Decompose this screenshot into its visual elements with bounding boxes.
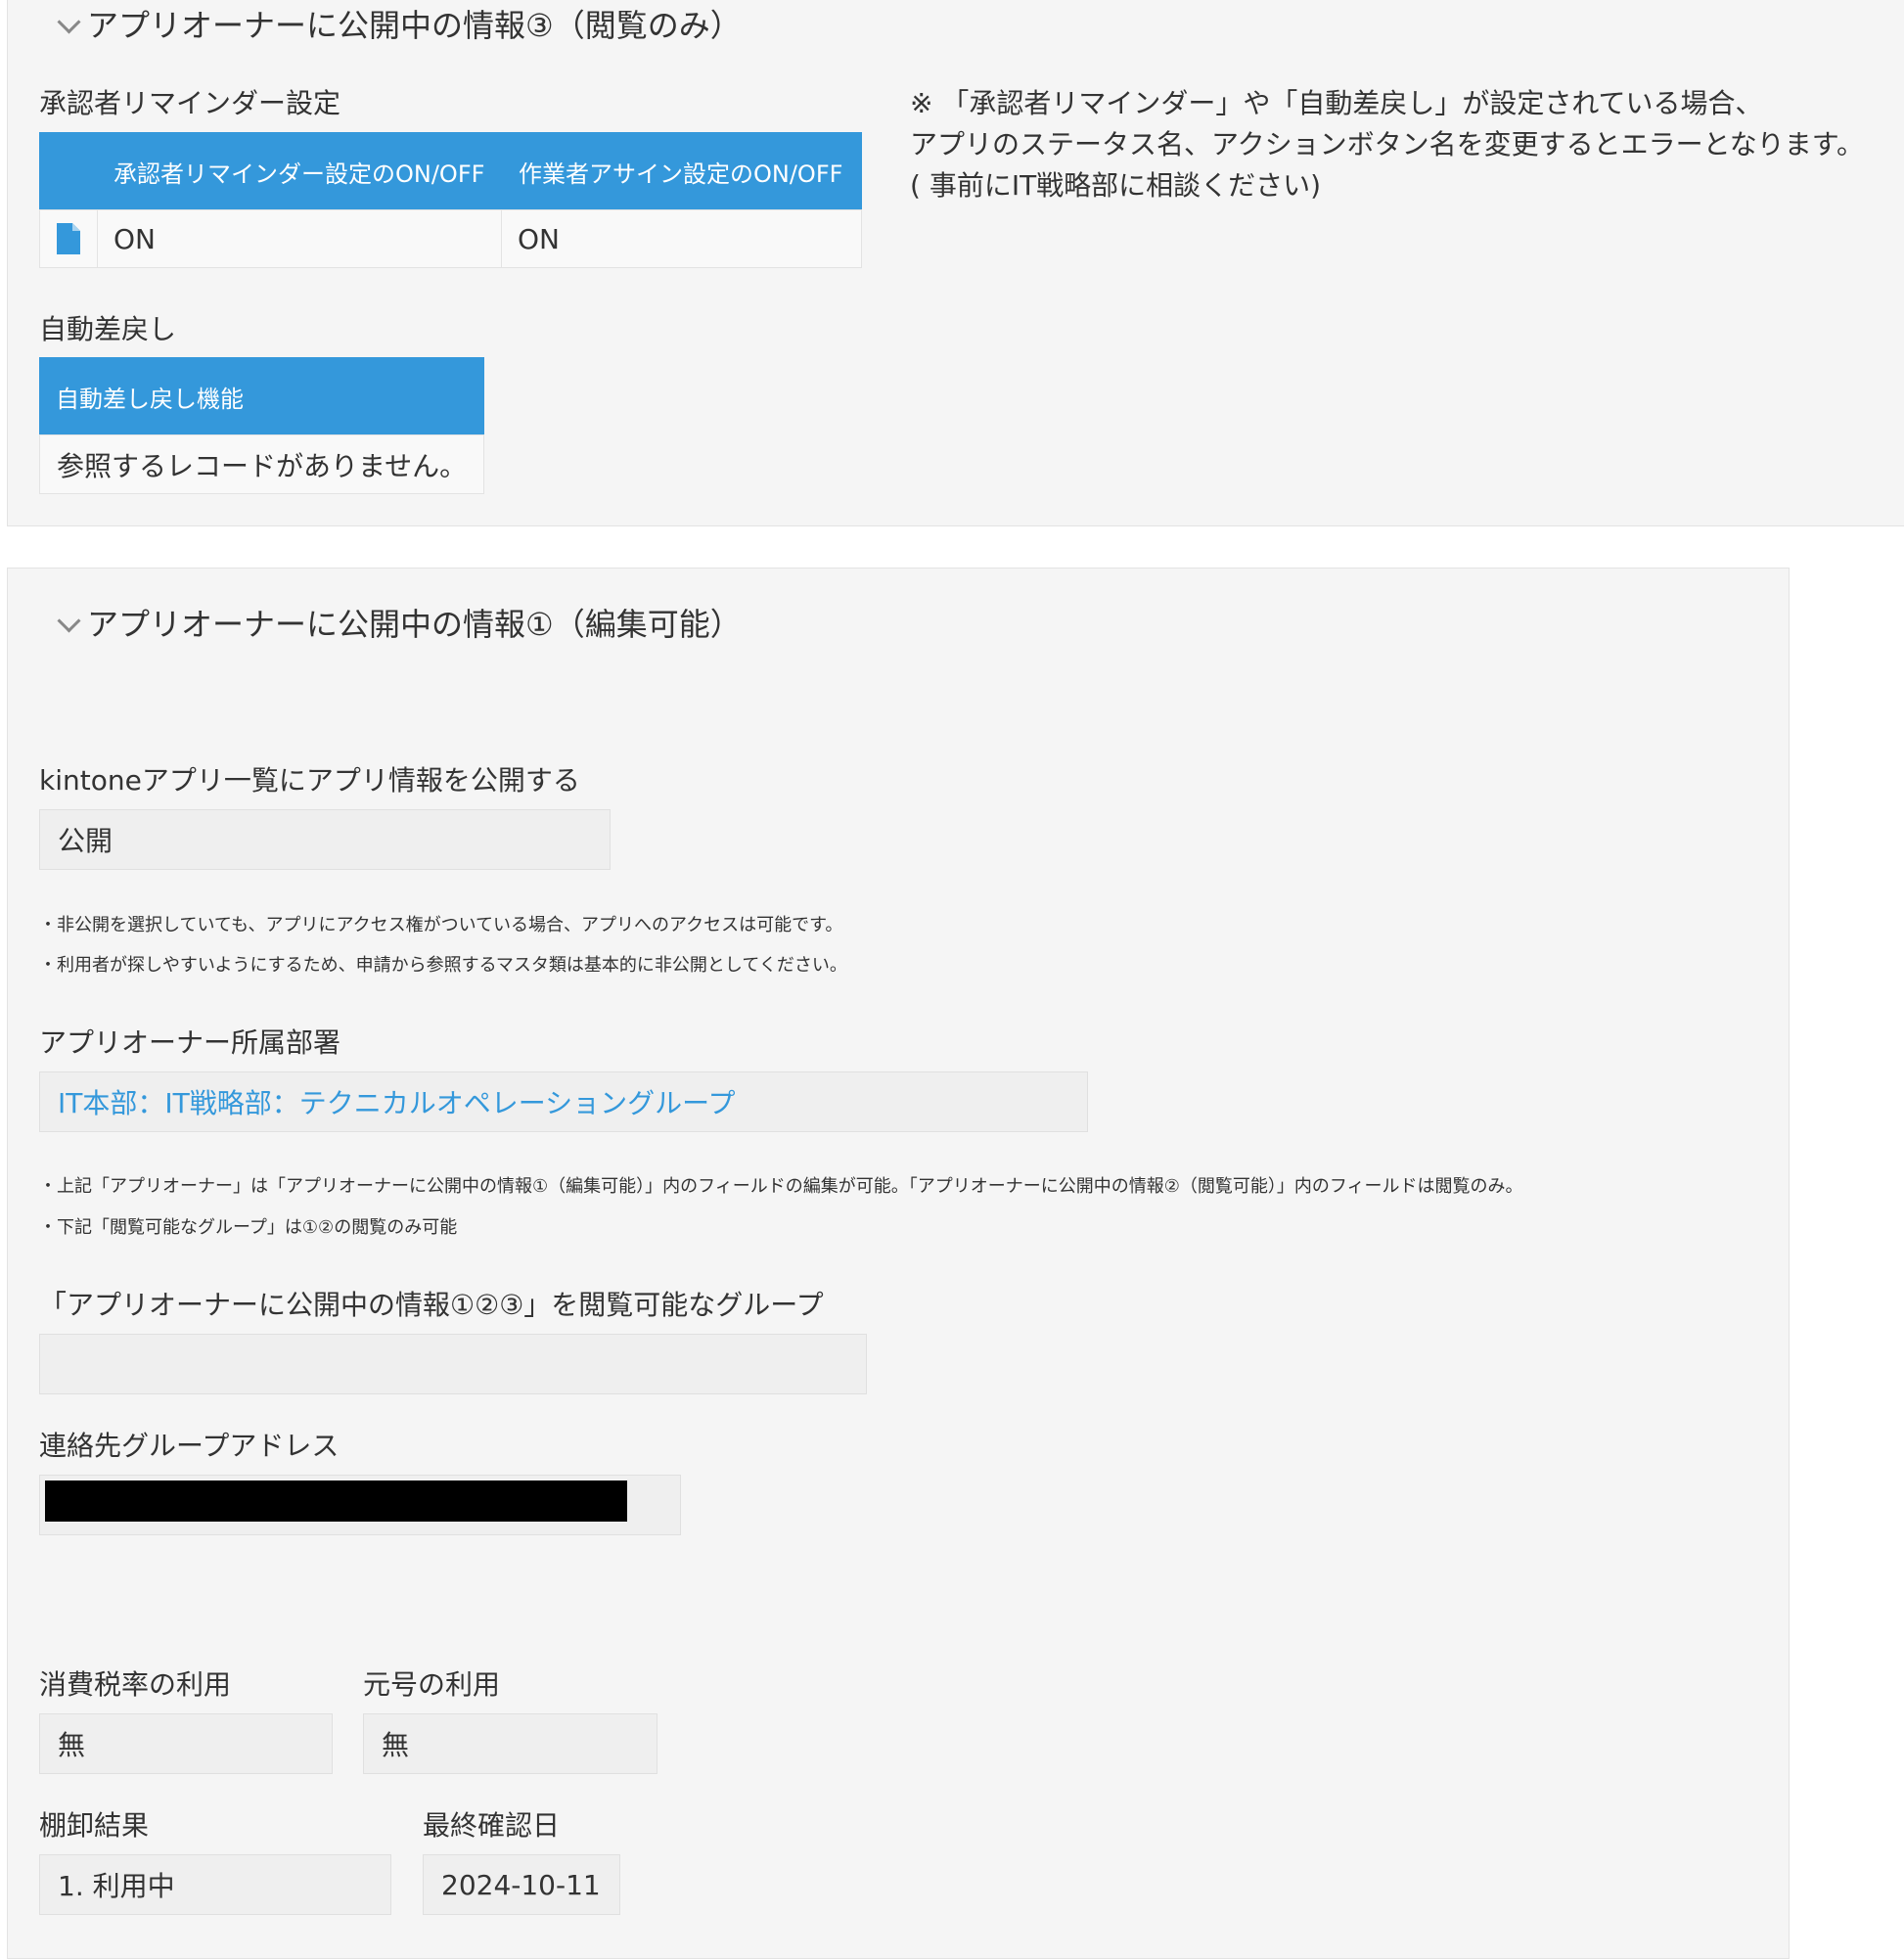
column-header-worker-assign: 作業者アサイン設定のON/OFF [519, 159, 843, 188]
reminder-note-line-3: ( 事前にIT戦略部に相談ください) [910, 169, 1322, 202]
column-header-approver-reminder: 承認者リマインダー設定のON/OFF [113, 159, 485, 188]
table-cell-worker-assign: ON [501, 209, 862, 268]
tax-rate-field[interactable]: 無 [39, 1713, 333, 1774]
viewer-group-field[interactable] [39, 1334, 867, 1394]
era-field[interactable]: 無 [363, 1713, 657, 1774]
section1-title[interactable]: アプリオーナーに公開中の情報①（編集可能） [87, 605, 742, 644]
owner-dept-note-2: ・下記「閲覧可能なグループ」は①②の閲覧のみ可能 [39, 1217, 458, 1238]
redaction-bar [45, 1481, 627, 1522]
owner-dept-field[interactable]: IT本部：IT戦略部：テクニカルオペレーショングループ [39, 1071, 1088, 1132]
contact-address-label: 連絡先グループアドレス [39, 1430, 340, 1462]
tax-rate-value: 無 [58, 1729, 86, 1761]
reminder-note-line-2: アプリのステータス名、アクションボタン名を変更するとエラーとなります。 [910, 128, 1864, 160]
publish-label: kintoneアプリ一覧にアプリ情報を公開する [39, 764, 580, 797]
table-cell-approver-reminder: ON [97, 209, 502, 268]
owner-dept-link[interactable]: IT本部：IT戦略部：テクニカルオペレーショングループ [58, 1082, 736, 1121]
publish-note-1: ・非公開を選択していても、アプリにアクセス権がついている場合、アプリへのアクセス… [39, 915, 843, 935]
last-checked-value: 2024-10-11 [441, 1868, 601, 1901]
last-checked-field[interactable]: 2024-10-11 [423, 1854, 620, 1915]
document-icon[interactable] [57, 223, 80, 254]
owner-dept-note-1: ・上記「アプリオーナー」は「アプリオーナーに公開中の情報①（編集可能）」内のフィ… [39, 1176, 1523, 1197]
tax-rate-label: 消費税率の利用 [39, 1668, 232, 1701]
last-checked-label: 最終確認日 [423, 1809, 561, 1842]
publish-note-2: ・利用者が探しやすいようにするため、申請から参照するマスタ類は基本的に非公開とし… [39, 955, 847, 976]
inventory-value: 1. 利用中 [58, 1870, 175, 1902]
publish-value: 公開 [58, 825, 113, 857]
viewer-group-label: 「アプリオーナーに公開中の情報①②③」を閲覧可能なグループ [39, 1289, 824, 1321]
inventory-field[interactable]: 1. 利用中 [39, 1854, 391, 1915]
auto-return-table-header: 自動差し戻し機能 [39, 357, 484, 435]
approver-reminder-table-header: 承認者リマインダー設定のON/OFF 作業者アサイン設定のON/OFF [39, 132, 862, 210]
column-header-auto-return: 自動差し戻し機能 [56, 385, 244, 413]
publish-field[interactable]: 公開 [39, 809, 611, 870]
auto-return-empty-message: 参照するレコードがありません。 [39, 434, 484, 494]
table-row-icon-cell[interactable] [39, 209, 98, 268]
era-label: 元号の利用 [363, 1668, 501, 1701]
section3-title[interactable]: アプリオーナーに公開中の情報③（閲覧のみ） [87, 6, 742, 45]
owner-dept-label: アプリオーナー所属部署 [39, 1026, 341, 1059]
reminder-note-line-1: ※ 「承認者リマインダー」や「自動差戻し」が設定されている場合、 [910, 87, 1763, 119]
auto-return-label: 自動差戻し [39, 313, 177, 345]
inventory-label: 棚卸結果 [39, 1809, 150, 1842]
approver-reminder-label: 承認者リマインダー設定 [39, 87, 341, 119]
era-value: 無 [382, 1729, 410, 1761]
